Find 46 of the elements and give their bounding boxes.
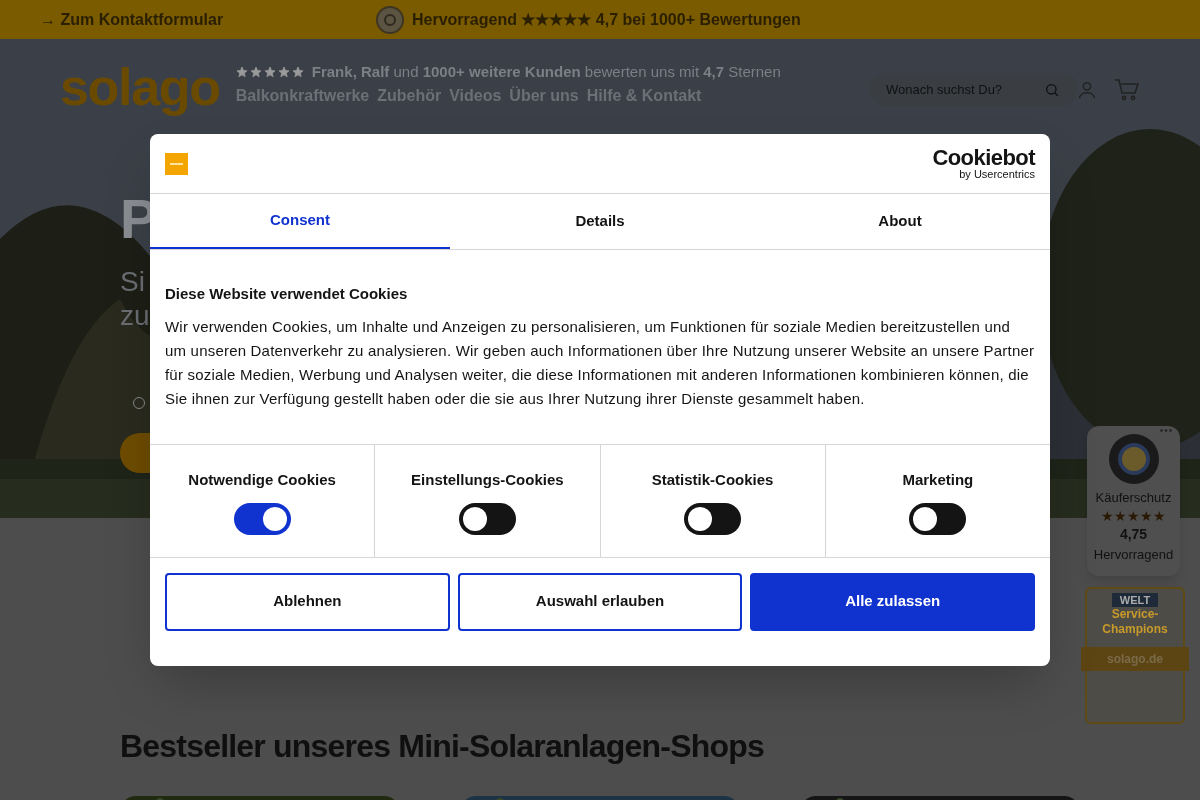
dialog-tab[interactable]: Details bbox=[450, 194, 750, 249]
category-label: Einstellungs-Cookies bbox=[411, 469, 564, 490]
star-icon: ★ bbox=[1101, 507, 1114, 524]
badge-score: 4,75 bbox=[1119, 524, 1148, 544]
more-icon[interactable] bbox=[1160, 429, 1172, 432]
hero-subtitle: Si bbox=[120, 265, 146, 299]
toggle-switch[interactable] bbox=[684, 503, 742, 535]
toggle-switch[interactable] bbox=[233, 503, 291, 535]
toggle-switch[interactable] bbox=[458, 503, 516, 535]
star-icon bbox=[291, 66, 304, 79]
badge-label: Käuferschutz bbox=[1095, 489, 1172, 507]
award-title: Service-Champions bbox=[1101, 607, 1169, 637]
star-icon bbox=[235, 66, 248, 79]
dialog-button[interactable]: Alle zulassen bbox=[750, 572, 1035, 631]
category-label: Notwendige Cookies bbox=[188, 469, 336, 490]
dialog-tab[interactable]: Consent bbox=[150, 194, 450, 249]
toggle-switch[interactable] bbox=[909, 503, 967, 535]
award-site: solago.de bbox=[1081, 647, 1189, 671]
dialog-button[interactable]: Ablehnen bbox=[165, 572, 450, 631]
hero-subtitle: zu bbox=[120, 299, 150, 333]
category-label: Statistik-Cookies bbox=[651, 469, 774, 490]
star-icon bbox=[249, 66, 262, 79]
badge-rating: Hervorragend bbox=[1093, 545, 1174, 564]
vendor-logo: Cookiebot bbox=[932, 147, 1035, 169]
cart-icon[interactable] bbox=[1114, 77, 1140, 102]
contact-link[interactable]: → Zum Kontaktformular bbox=[40, 7, 340, 32]
trust-badge[interactable]: Käuferschutz ★★★★★ 4,75 Hervorragend bbox=[1087, 426, 1180, 576]
award-brand: WELT bbox=[1111, 593, 1159, 607]
star-icon: ★ bbox=[1127, 507, 1140, 524]
vendor-subtitle: by Usercentrics bbox=[959, 169, 1035, 180]
dialog-button[interactable]: Auswahl erlauben bbox=[457, 572, 743, 631]
dialog-body: Wir verwenden Cookies, um Inhalte und Anzeigen zu personalisieren, um Funktionen für soziale Medien bereitzustellen und um unseren Datenverkehr zu analysieren. Wir geben auch Informationen über Ihre Nutzung unserer Website an unsere Partner für soziale Medien, Werbung und Analysen weiter, die diese Informationen mit anderen Informationen kombinieren können, die Sie ihnen zur Verfügung gestellt haben oder die sie aus Ihrer Nutzung ihrer Dienste gesammelt haben. bbox=[165, 316, 1035, 409]
star-icon: ★ bbox=[1140, 507, 1153, 524]
trusted-shops-icon bbox=[376, 5, 404, 34]
star-icon: ★ bbox=[1153, 507, 1166, 524]
star-icon: ★ bbox=[1114, 507, 1127, 524]
dialog-tab[interactable]: About bbox=[750, 194, 1050, 249]
rating-text: Hervorragend ★★★★★ 4,7 bei 1000+ Bewertungen bbox=[412, 9, 801, 30]
review-text: Frank, Ralf und 1000+ weitere Kunden bewerten uns mit 4,7 Sternen bbox=[311, 62, 781, 82]
star-icon bbox=[277, 66, 290, 79]
category-label: Marketing bbox=[902, 469, 974, 490]
star-icon bbox=[263, 66, 276, 79]
dialog-heading: Diese Website verwendet Cookies bbox=[165, 284, 409, 304]
section-title: Bestseller unseres Mini-Solaranlagen-Shops bbox=[120, 727, 765, 766]
trusted-shops-icon bbox=[1108, 434, 1159, 484]
logo-icon bbox=[165, 152, 188, 175]
